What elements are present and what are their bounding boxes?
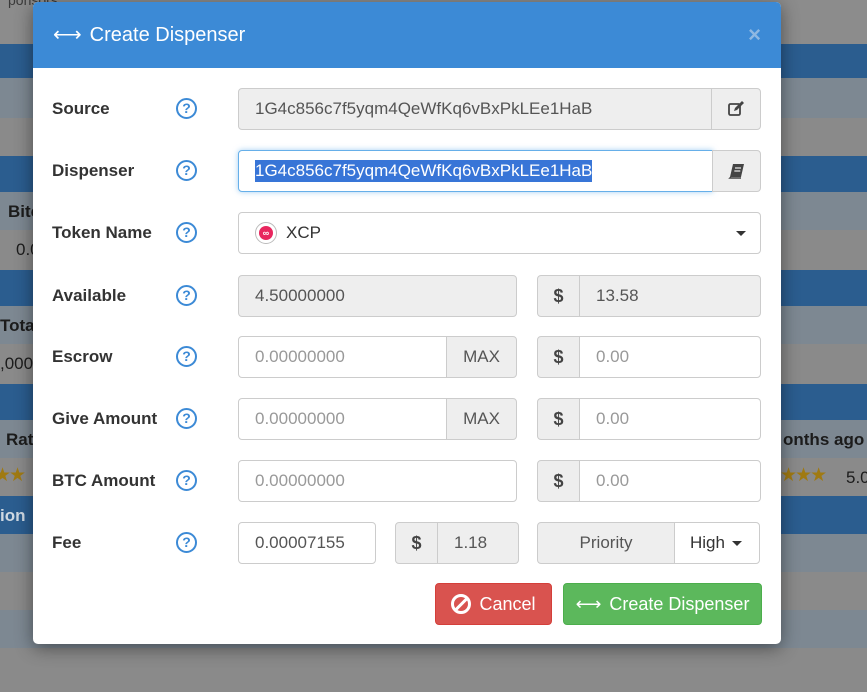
- star-rating-icon: ★★: [0, 465, 26, 486]
- escrow-label: Escrow: [52, 347, 113, 366]
- help-icon[interactable]: ?: [176, 346, 197, 367]
- btc-amount-placeholder: 0.00000000: [255, 471, 345, 490]
- help-icon[interactable]: ?: [176, 222, 197, 243]
- dollar-addon: $: [395, 522, 438, 564]
- available-value: 4.50000000: [255, 286, 345, 305]
- dollar-icon: $: [553, 346, 564, 367]
- give-amount-placeholder: 0.00000000: [255, 409, 345, 428]
- escrow-usd-placeholder: 0.00: [596, 347, 630, 366]
- dispenser-row: Dispenser ? 1G4c856c7f5yqm4QeWfKq6vBxPkL…: [33, 150, 781, 192]
- give-amount-input[interactable]: 0.00000000: [238, 398, 447, 440]
- bg-text: Tota: [0, 316, 35, 335]
- cancel-label: Cancel: [479, 593, 536, 614]
- modal-title: Create Dispenser: [89, 23, 246, 46]
- max-label: MAX: [463, 409, 500, 428]
- fee-input[interactable]: 0.00007155: [238, 522, 376, 564]
- escrow-max-button[interactable]: MAX: [446, 336, 517, 378]
- bg-band: [0, 648, 867, 692]
- max-label: MAX: [463, 347, 500, 366]
- source-field[interactable]: 1G4c856c7f5yqm4QeWfKq6vBxPkLEe1HaB: [238, 88, 712, 130]
- token-name-select[interactable]: ∞ XCP: [238, 212, 761, 254]
- priority-value: High: [690, 533, 725, 552]
- escrow-input[interactable]: 0.00000000: [238, 336, 447, 378]
- fee-value: 0.00007155: [255, 533, 345, 552]
- book-icon: [727, 164, 744, 179]
- dollar-addon: $: [537, 275, 580, 317]
- give-amount-row: Give Amount ? 0.00000000 MAX $ 0.00: [33, 398, 781, 440]
- available-row: Available ? 4.50000000 $ 13.58: [33, 275, 781, 317]
- available-usd-field: 13.58: [579, 275, 761, 317]
- bg-text: onths ago: [783, 430, 865, 449]
- create-dispenser-label: Create Dispenser: [609, 593, 750, 614]
- source-value: 1G4c856c7f5yqm4QeWfKq6vBxPkLEe1HaB: [255, 99, 593, 118]
- available-usd-value: 13.58: [596, 286, 639, 305]
- dollar-icon: $: [553, 285, 564, 306]
- help-icon[interactable]: ?: [176, 285, 197, 306]
- dollar-icon: $: [553, 470, 564, 491]
- priority-addon: Priority: [537, 522, 675, 564]
- token-name-row: Token Name ? ∞ XCP: [33, 212, 781, 254]
- escrow-placeholder: 0.00000000: [255, 347, 345, 366]
- token-name-label: Token Name: [52, 223, 152, 242]
- edit-icon: [728, 101, 744, 116]
- create-dispenser-modal: ⟷ Create Dispenser × Source ? 1G4c856c7f…: [33, 2, 781, 644]
- arrows-horizontal-icon: ⟷: [575, 593, 602, 614]
- give-amount-usd-input[interactable]: 0.00: [579, 398, 761, 440]
- give-amount-label: Give Amount: [52, 409, 158, 428]
- cancel-button[interactable]: Cancel: [435, 583, 552, 625]
- token-name-value: XCP: [286, 223, 321, 242]
- escrow-row: Escrow ? 0.00000000 MAX $ 0.00: [33, 336, 781, 378]
- bg-text: Rat: [6, 430, 34, 449]
- btc-amount-input[interactable]: 0.00000000: [238, 460, 517, 502]
- give-amount-max-button[interactable]: MAX: [446, 398, 517, 440]
- edit-source-button[interactable]: [711, 88, 761, 130]
- help-icon[interactable]: ?: [176, 532, 197, 553]
- priority-label: Priority: [579, 533, 633, 552]
- btc-amount-usd-input[interactable]: 0.00: [579, 460, 761, 502]
- chevron-down-icon: [736, 231, 746, 236]
- fee-label: Fee: [52, 533, 82, 552]
- fee-usd-value: 1.18: [454, 533, 488, 552]
- modal-header: ⟷ Create Dispenser: [33, 2, 781, 68]
- dispenser-input[interactable]: 1G4c856c7f5yqm4QeWfKq6vBxPkLEe1HaB: [238, 150, 713, 192]
- available-label: Available: [52, 286, 127, 305]
- source-row: Source ? 1G4c856c7f5yqm4QeWfKq6vBxPkLEe1…: [33, 88, 781, 130]
- source-label: Source: [52, 99, 110, 118]
- xcp-logo-icon: ∞: [255, 222, 277, 244]
- ban-icon: [451, 594, 472, 614]
- bg-text: 5.0: [846, 468, 867, 487]
- star-rating-icon: ★★★: [780, 465, 827, 486]
- dispenser-label: Dispenser: [52, 161, 135, 180]
- dispenser-value: 1G4c856c7f5yqm4QeWfKq6vBxPkLEe1HaB: [255, 160, 593, 182]
- dollar-addon: $: [537, 460, 580, 502]
- escrow-usd-input[interactable]: 0.00: [579, 336, 761, 378]
- priority-dropdown[interactable]: High: [674, 522, 760, 564]
- available-field: 4.50000000: [238, 275, 517, 317]
- caret-down-icon: [731, 540, 742, 546]
- give-amount-usd-placeholder: 0.00: [596, 409, 630, 428]
- dollar-addon: $: [537, 336, 580, 378]
- dollar-addon: $: [537, 398, 580, 440]
- help-icon[interactable]: ?: [176, 408, 197, 429]
- bg-text: ,000: [0, 354, 34, 373]
- arrows-horizontal-icon: ⟷: [53, 24, 82, 46]
- xcp-logo-glyph: ∞: [259, 226, 273, 240]
- help-icon[interactable]: ?: [176, 98, 197, 119]
- address-book-button[interactable]: [712, 150, 761, 192]
- help-icon[interactable]: ?: [176, 470, 197, 491]
- dollar-icon: $: [553, 408, 564, 429]
- dollar-icon: $: [411, 532, 422, 553]
- fee-row: Fee ? 0.00007155 $ 1.18 Priority High: [33, 522, 781, 564]
- close-icon[interactable]: ×: [748, 24, 761, 46]
- fee-usd-field: 1.18: [437, 522, 519, 564]
- help-icon[interactable]: ?: [176, 160, 197, 181]
- create-dispenser-button[interactable]: ⟷ Create Dispenser: [563, 583, 762, 625]
- btc-amount-label: BTC Amount: [52, 471, 156, 490]
- btc-amount-usd-placeholder: 0.00: [596, 471, 630, 490]
- btc-amount-row: BTC Amount ? 0.00000000 $ 0.00: [33, 460, 781, 502]
- bg-text: ion: [0, 506, 26, 525]
